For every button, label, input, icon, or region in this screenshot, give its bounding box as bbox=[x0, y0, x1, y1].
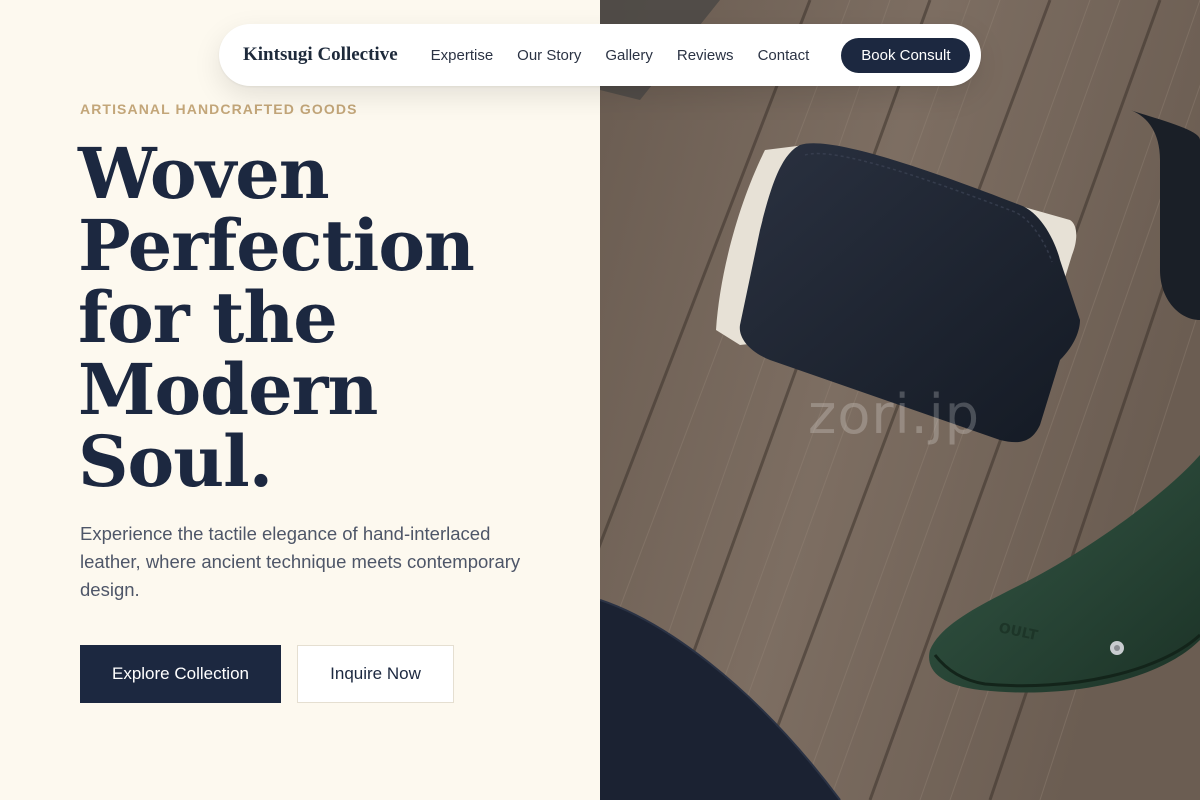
brand-logo[interactable]: Kintsugi Collective bbox=[243, 44, 398, 66]
nav-link-contact[interactable]: Contact bbox=[758, 47, 810, 64]
hero-left-panel: ARTISANAL HANDCRAFTED GOODS Woven Perfec… bbox=[0, 0, 600, 800]
hero-subtext: Experience the tactile elegance of hand-… bbox=[80, 523, 521, 600]
hero-headline: Woven Perfection for the Modern Soul. bbox=[78, 132, 475, 503]
nav-link-expertise[interactable]: Expertise bbox=[431, 47, 494, 64]
nav-link-reviews[interactable]: Reviews bbox=[677, 47, 734, 64]
nav-links: Expertise Our Story Gallery Reviews Cont… bbox=[431, 47, 834, 64]
hero-eyebrow: ARTISANAL HANDCRAFTED GOODS bbox=[80, 101, 358, 117]
image-watermark: zori.jp bbox=[808, 383, 981, 446]
explore-collection-button[interactable]: Explore Collection bbox=[80, 645, 281, 703]
inquire-now-button[interactable]: Inquire Now bbox=[297, 645, 454, 703]
nav-link-gallery[interactable]: Gallery bbox=[605, 47, 653, 64]
book-consult-button[interactable]: Book Consult bbox=[841, 37, 971, 73]
main-nav: Kintsugi Collective Expertise Our Story … bbox=[219, 24, 981, 86]
nav-link-our-story[interactable]: Our Story bbox=[517, 47, 581, 64]
